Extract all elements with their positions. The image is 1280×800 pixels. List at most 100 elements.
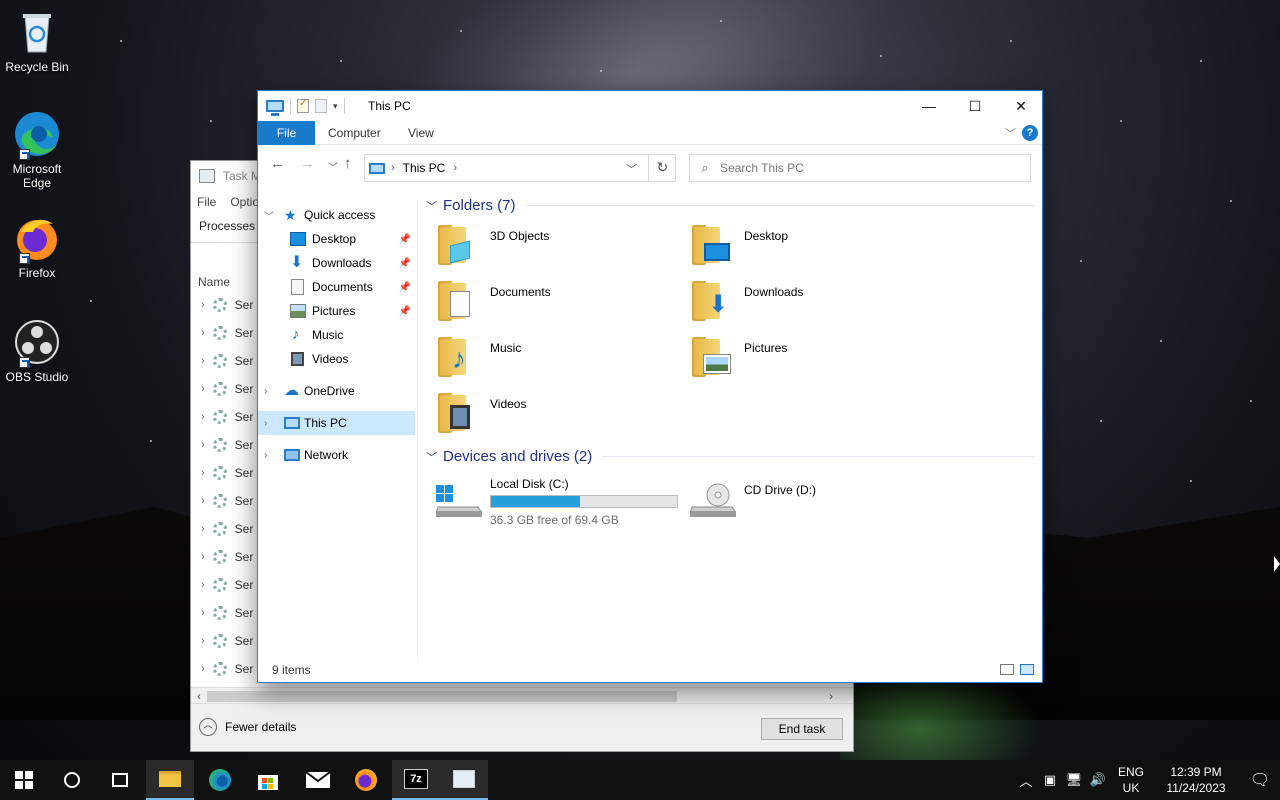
chevron-down-icon[interactable]: ﹀ xyxy=(426,449,437,465)
minimize-button[interactable]: — xyxy=(906,91,952,121)
breadcrumb[interactable]: This PC xyxy=(403,161,446,175)
chevron-right-icon[interactable]: › xyxy=(264,418,267,429)
folder-videos[interactable]: Videos xyxy=(424,389,674,441)
forward-arrow-icon[interactable]: → xyxy=(300,155,315,172)
nav-this-pc[interactable]: › This PC xyxy=(258,411,415,435)
volume-icon[interactable]: 🔊 xyxy=(1086,772,1110,788)
chevron-right-icon[interactable]: › xyxy=(201,607,205,619)
folder-music[interactable]: ♪ Music xyxy=(424,333,674,385)
tab-processes[interactable]: Processes xyxy=(199,219,255,241)
chevron-right-icon[interactable]: › xyxy=(201,439,205,451)
table-row[interactable]: › Ser xyxy=(191,403,257,431)
refresh-button[interactable]: ↻ xyxy=(648,154,676,182)
chevron-right-icon[interactable]: › xyxy=(264,386,267,397)
pin-icon[interactable]: 📌 xyxy=(399,306,411,317)
action-center-icon[interactable]: 🗨 xyxy=(1240,770,1280,790)
table-row[interactable]: › Ser xyxy=(191,459,257,487)
end-task-button[interactable]: End task xyxy=(761,718,843,740)
scroll-right-icon[interactable]: › xyxy=(829,689,833,703)
help-icon[interactable]: ? xyxy=(1022,125,1038,141)
folder-3d-objects[interactable]: 3D Objects xyxy=(424,221,674,273)
table-row[interactable]: › Ser xyxy=(191,543,257,571)
explorer-titlebar[interactable]: ▾ This PC — ☐ ✕ xyxy=(258,91,1042,121)
nav-quick-access[interactable]: ﹀ ★ Quick access xyxy=(258,203,415,227)
clock[interactable]: 12:39 PM 11/24/2023 xyxy=(1152,764,1240,796)
chevron-right-icon[interactable]: › xyxy=(201,355,205,367)
task-view-button[interactable] xyxy=(96,760,144,800)
pin-icon[interactable]: 📌 xyxy=(399,234,411,245)
desktop-icon-recycle-bin[interactable]: Recycle Bin xyxy=(4,8,70,74)
pin-icon[interactable]: 📌 xyxy=(399,282,411,293)
nav-onedrive[interactable]: › ☁ OneDrive xyxy=(258,379,415,403)
nav-item-downloads[interactable]: ⬇ Downloads 📌 xyxy=(258,251,415,275)
chevron-right-icon[interactable]: › xyxy=(264,450,267,461)
column-name-header[interactable]: Name xyxy=(198,275,230,289)
ribbon-tab-view[interactable]: View xyxy=(408,121,434,145)
scroll-left-icon[interactable]: ‹ xyxy=(197,689,201,703)
new-folder-icon[interactable] xyxy=(315,99,327,113)
table-row[interactable]: › Ser xyxy=(191,487,257,515)
breadcrumb-separator-icon[interactable]: › xyxy=(453,162,457,174)
chevron-down-icon[interactable]: ﹀ xyxy=(264,208,274,223)
folder-downloads[interactable]: ⬇ Downloads xyxy=(678,277,928,329)
chevron-right-icon[interactable]: › xyxy=(201,523,205,535)
taskbar-edge[interactable] xyxy=(196,760,244,800)
taskbar-mail[interactable] xyxy=(294,760,342,800)
scrollbar-thumb[interactable] xyxy=(207,691,677,702)
taskbar-task-manager[interactable] xyxy=(440,760,488,800)
network-icon[interactable]: 🖥 xyxy=(1062,772,1086,788)
desktop-icon-firefox[interactable]: Firefox xyxy=(4,214,70,280)
search-input[interactable]: ⌕ Search This PC xyxy=(689,154,1031,182)
chevron-right-icon[interactable]: › xyxy=(201,383,205,395)
breadcrumb-separator-icon[interactable]: › xyxy=(391,162,395,174)
chevron-right-icon[interactable]: › xyxy=(201,411,205,423)
show-hidden-icons-chevron-icon[interactable]: ︿ xyxy=(1014,771,1038,790)
table-row[interactable]: › Ser xyxy=(191,347,257,375)
back-arrow-icon[interactable]: ← xyxy=(270,155,285,172)
ribbon-tab-file[interactable]: File xyxy=(258,121,315,145)
recent-locations-icon[interactable]: ﹀ xyxy=(328,159,338,174)
folders-section-header[interactable]: ﹀ Folders (7) xyxy=(424,197,1034,214)
folder-documents[interactable]: Documents xyxy=(424,277,674,329)
address-bar[interactable]: › This PC › ﹀ xyxy=(364,154,676,182)
language-indicator[interactable]: ENG UK xyxy=(1110,764,1152,796)
fewer-details-button[interactable]: ︿ Fewer details xyxy=(199,718,296,736)
chevron-right-icon[interactable]: › xyxy=(201,327,205,339)
table-row[interactable]: › Ser xyxy=(191,571,257,599)
ribbon-tab-computer[interactable]: Computer xyxy=(328,121,381,145)
file-explorer-window[interactable]: ▾ This PC — ☐ ✕ File Computer View ﹀ ? ←… xyxy=(257,90,1043,683)
menu-file[interactable]: File xyxy=(197,195,216,213)
up-arrow-icon[interactable]: ↑ xyxy=(344,155,352,172)
customize-dropdown-icon[interactable]: ▾ xyxy=(333,101,338,112)
table-row[interactable]: › Ser xyxy=(191,291,257,319)
nav-network[interactable]: › Network xyxy=(258,443,415,467)
chevron-down-icon[interactable]: ﹀ xyxy=(426,198,437,214)
drives-section-header[interactable]: ﹀ Devices and drives (2) xyxy=(424,448,1034,465)
chevron-right-icon[interactable]: › xyxy=(201,495,205,507)
meet-now-icon[interactable]: ▣ xyxy=(1038,772,1062,788)
chevron-right-icon[interactable]: › xyxy=(201,579,205,591)
expand-ribbon-icon[interactable]: ﹀ xyxy=(1005,125,1016,141)
address-dropdown-icon[interactable]: ﹀ xyxy=(626,161,637,177)
table-row[interactable]: › Ser xyxy=(191,515,257,543)
table-row[interactable]: › Ser xyxy=(191,655,257,683)
taskbar-7zip[interactable]: 7z xyxy=(392,760,440,800)
chevron-right-icon[interactable]: › xyxy=(201,663,205,675)
nav-item-videos[interactable]: Videos xyxy=(258,347,415,371)
taskbar-store[interactable] xyxy=(244,760,292,800)
maximize-button[interactable]: ☐ xyxy=(952,91,998,121)
table-row[interactable]: › Ser xyxy=(191,599,257,627)
taskbar-firefox[interactable] xyxy=(342,760,390,800)
folder-desktop[interactable]: Desktop xyxy=(678,221,928,273)
nav-item-desktop[interactable]: Desktop 📌 xyxy=(258,227,415,251)
nav-item-music[interactable]: ♪ Music xyxy=(258,323,415,347)
table-row[interactable]: › Ser xyxy=(191,319,257,347)
desktop-icon-obs[interactable]: OBS Studio xyxy=(4,318,70,384)
desktop-icon-edge[interactable]: Microsoft Edge xyxy=(4,110,70,190)
drive-cd-d[interactable]: CD Drive (D:) xyxy=(678,475,938,531)
pin-icon[interactable]: 📌 xyxy=(399,258,411,269)
taskbar-file-explorer[interactable] xyxy=(146,760,194,800)
close-button[interactable]: ✕ xyxy=(998,91,1044,121)
nav-item-documents[interactable]: Documents 📌 xyxy=(258,275,415,299)
chevron-right-icon[interactable]: › xyxy=(201,551,205,563)
